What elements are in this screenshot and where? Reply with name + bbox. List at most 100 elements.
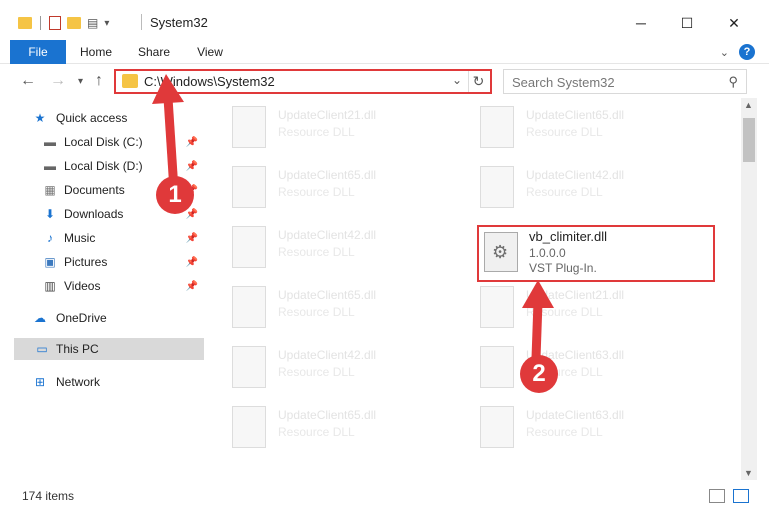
dll-file-icon — [232, 346, 266, 388]
scroll-up-icon[interactable]: ▲ — [744, 100, 753, 110]
quick-access-toolbar: ▤ ▾ — [18, 13, 109, 33]
recent-locations-icon[interactable]: ▾ — [78, 76, 83, 87]
maximize-button[interactable]: ☐ — [664, 8, 710, 38]
file-type: Resource DLL — [526, 425, 603, 439]
file-description: VST Plug-In. — [529, 261, 597, 275]
file-type: Resource DLL — [278, 125, 355, 139]
music-icon: ♪ — [47, 231, 53, 245]
sidebar-item-label: OneDrive — [56, 311, 107, 325]
sidebar-item-label: Videos — [64, 279, 101, 293]
file-type: Resource DLL — [278, 425, 355, 439]
pin-icon[interactable]: 📌 — [186, 233, 198, 244]
gear-icon: ⚙ — [492, 242, 509, 262]
list-item[interactable]: UpdateClient42.dll Resource DLL — [206, 218, 446, 274]
sidebar-item-label: Music — [64, 231, 96, 245]
dll-file-icon — [480, 406, 514, 448]
sidebar-item-this-pc[interactable]: ▭ This PC — [14, 338, 204, 360]
up-arrow-icon[interactable]: ↑ — [95, 72, 103, 90]
back-arrow-icon[interactable]: ← — [20, 72, 36, 90]
details-view-icon[interactable] — [709, 489, 725, 503]
forward-arrow-icon[interactable]: → — [50, 72, 66, 90]
folder-icon[interactable] — [18, 17, 32, 29]
drive-icon: ▬ — [44, 135, 56, 149]
file-name: UpdateClient65.dll — [278, 288, 377, 302]
list-item[interactable]: UpdateClient21.dll Resource DLL — [206, 98, 446, 154]
dll-file-icon — [480, 106, 514, 148]
search-placeholder: Search System32 — [512, 75, 615, 90]
videos-icon: ▥ — [44, 279, 56, 293]
search-input[interactable]: Search System32 ⚲ — [503, 69, 747, 94]
tab-home[interactable]: Home — [72, 40, 120, 64]
file-name: UpdateClient65.dll — [526, 108, 625, 122]
chevron-down-icon[interactable]: ⌄ — [452, 73, 462, 87]
separator — [40, 16, 41, 30]
customize-dropdown-icon[interactable]: ▾ — [104, 18, 109, 29]
sidebar-item-music[interactable]: ♪ Music 📌 — [42, 227, 204, 249]
step-badge-1: 1 — [156, 176, 194, 214]
pin-icon[interactable]: 📌 — [186, 257, 198, 268]
sidebar-item-label: Pictures — [64, 255, 108, 269]
sidebar-item-label: Network — [56, 375, 101, 389]
file-name: UpdateClient65.dll — [278, 168, 377, 182]
list-item[interactable]: UpdateClient65.dll Resource DLL — [206, 398, 446, 454]
pictures-icon: ▣ — [44, 255, 56, 269]
highlighted-file[interactable]: ⚙ vb_climiter.dll 1.0.0.0 VST Plug-In. — [477, 225, 715, 282]
list-item[interactable]: UpdateClient63.dll Resource DLL — [454, 398, 694, 454]
dll-file-icon — [232, 106, 266, 148]
file-version: 1.0.0.0 — [529, 246, 566, 260]
folder-icon — [122, 74, 138, 88]
sidebar-item-label: This PC — [56, 342, 99, 356]
list-item[interactable]: UpdateClient65.dll Resource DLL — [206, 278, 446, 334]
file-name: UpdateClient42.dll — [526, 168, 625, 182]
layout-icon[interactable]: ▤ — [87, 16, 98, 30]
arrow-head — [522, 280, 554, 308]
step-badge-2: 2 — [520, 355, 558, 393]
vertical-scrollbar[interactable]: ▲ ▼ — [741, 98, 757, 480]
sidebar-item-label: Local Disk (D:) — [64, 159, 143, 173]
help-button[interactable]: ? — [739, 44, 755, 60]
network-icon: ⊞ — [34, 375, 46, 389]
list-item[interactable]: UpdateClient21.dll Resource DLL — [454, 278, 694, 334]
close-button[interactable]: ✕ — [711, 8, 757, 38]
dll-file-icon — [480, 286, 514, 328]
file-name: UpdateClient42.dll — [278, 228, 377, 242]
chevron-down-icon[interactable]: ⌄ — [720, 46, 729, 59]
scroll-down-icon[interactable]: ▼ — [744, 468, 753, 478]
dll-file-icon — [232, 406, 266, 448]
properties-icon[interactable] — [49, 16, 61, 30]
list-item[interactable]: UpdateClient65.dll Resource DLL — [454, 98, 694, 154]
list-item[interactable]: UpdateClient42.dll Resource DLL — [454, 158, 694, 214]
sidebar-item-label: Documents — [64, 183, 125, 197]
pin-icon[interactable]: 📌 — [186, 281, 198, 292]
tab-file[interactable]: File — [10, 40, 66, 64]
download-icon: ⬇ — [44, 207, 56, 221]
file-type: Resource DLL — [526, 185, 603, 199]
sidebar-item-label: Downloads — [64, 207, 124, 221]
minimize-button[interactable]: ─ — [618, 8, 664, 38]
sidebar-item-videos[interactable]: ▥ Videos 📌 — [42, 275, 204, 297]
computer-icon: ▭ — [36, 342, 48, 356]
pin-icon[interactable]: 📌 — [186, 209, 198, 220]
list-item[interactable]: UpdateClient65.dll Resource DLL — [206, 158, 446, 214]
scrollbar-thumb[interactable] — [743, 118, 755, 162]
file-name: vb_climiter.dll — [529, 229, 608, 244]
search-icon[interactable]: ⚲ — [728, 74, 738, 90]
refresh-icon[interactable]: ↻ — [468, 71, 488, 92]
view-toggle — [709, 489, 749, 503]
sidebar-item-onedrive[interactable]: ☁ OneDrive — [32, 307, 204, 329]
list-item[interactable]: UpdateClient42.dll Resource DLL — [206, 338, 446, 394]
file-type: Resource DLL — [278, 245, 355, 259]
dll-file-icon — [232, 226, 266, 268]
cloud-icon: ☁ — [34, 311, 46, 325]
tab-view[interactable]: View — [186, 40, 234, 64]
large-icons-view-icon[interactable] — [733, 489, 749, 503]
sidebar-item-pictures[interactable]: ▣ Pictures 📌 — [42, 251, 204, 273]
tab-share[interactable]: Share — [130, 40, 178, 64]
window-title: System32 — [150, 15, 208, 30]
ribbon-right: ⌄ ? — [720, 44, 755, 60]
file-list: UpdateClient21.dll Resource DLL UpdateCl… — [206, 98, 741, 480]
list-item[interactable]: UpdateClient63.dll Resource DLL — [454, 338, 694, 394]
new-folder-icon[interactable] — [67, 17, 81, 29]
sidebar-item-network[interactable]: ⊞ Network — [32, 371, 204, 393]
file-name: UpdateClient21.dll — [278, 108, 377, 122]
